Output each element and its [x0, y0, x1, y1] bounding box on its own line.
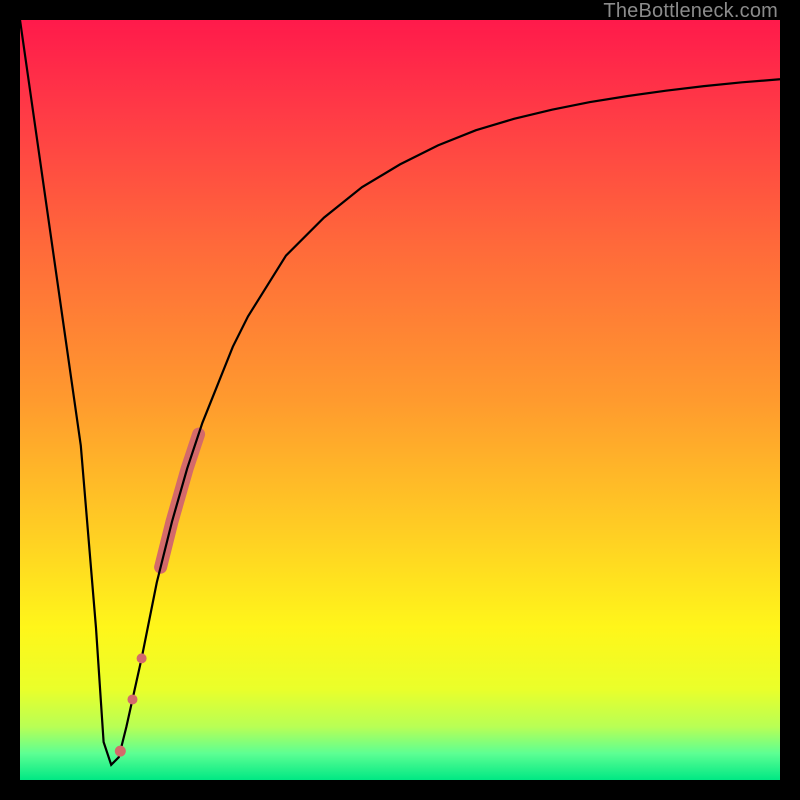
marker-dot2: [127, 694, 137, 704]
chart-frame: TheBottleneck.com: [0, 0, 800, 800]
chart-svg: [20, 20, 780, 780]
marker-dot3: [137, 653, 147, 663]
chart-plot-area: [20, 20, 780, 780]
chart-background: [20, 20, 780, 780]
marker-dot1: [115, 746, 126, 757]
watermark-text: TheBottleneck.com: [603, 0, 778, 23]
